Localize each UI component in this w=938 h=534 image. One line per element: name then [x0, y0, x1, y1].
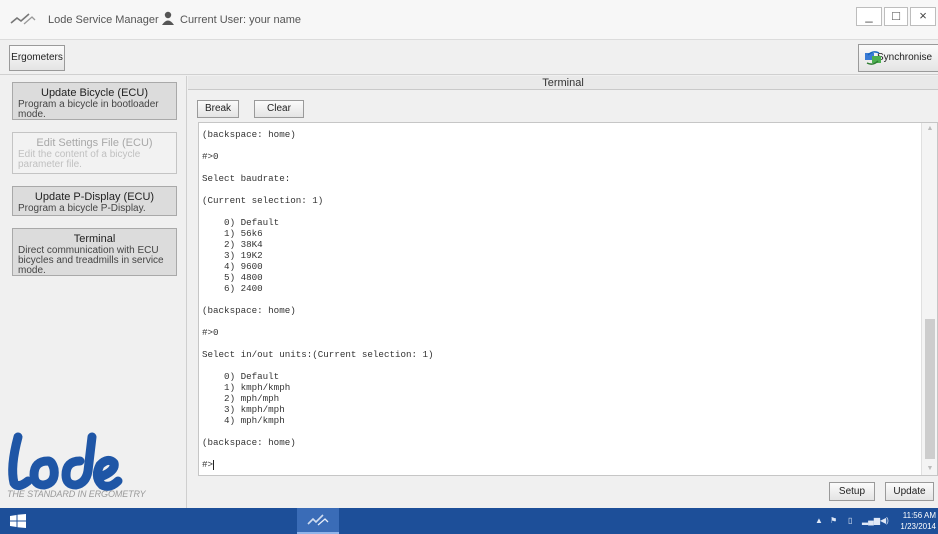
terminal-line: #>	[202, 459, 215, 470]
terminal-line: 1) kmph/kmph	[202, 382, 291, 393]
current-user-label: Current User: your name	[180, 14, 302, 26]
terminal-line: 2) mph/mph	[202, 393, 280, 404]
break-button[interactable]: Break	[197, 100, 239, 118]
app-window: Lode Service Manager Current User: your …	[0, 0, 938, 508]
terminal-line: 4) 9600	[202, 261, 263, 272]
terminal-output[interactable]: (backspace: home) #>0 Select baudrate: (Cur…	[198, 122, 938, 476]
edit-settings-title: Edit Settings File (ECU)	[36, 137, 153, 149]
edit-settings-desc: Edit the content of a bicycle parameter …	[18, 149, 141, 170]
user-icon	[162, 11, 174, 25]
terminal-line: Select baudrate:	[202, 173, 291, 184]
terminal-line: (backspace: home)	[202, 305, 296, 316]
synchronise-label: Synchronise	[877, 52, 933, 63]
terminal-desc: Direct communication with ECU bicycles a…	[18, 245, 164, 276]
windows-start-icon[interactable]	[10, 514, 26, 528]
lode-app-icon	[10, 13, 36, 25]
battery-icon[interactable]: ▯	[848, 516, 852, 525]
update-p-display-button[interactable]: Update P-Display (ECU) Program a bicycle…	[12, 186, 177, 216]
edit-settings-file-button[interactable]: Edit Settings File (ECU) Edit the conten…	[12, 132, 177, 174]
taskbar: ▲ ⚑ ▯ ▂▄▆ ◀) 11:56 AM 1/23/2014	[0, 508, 938, 534]
maximize-button[interactable]: □	[884, 7, 908, 26]
terminal-line: 4) mph/kmph	[202, 415, 285, 426]
ergometers-button[interactable]: Ergometers	[9, 45, 65, 71]
terminal-button[interactable]: Terminal Direct communication with ECU b…	[12, 228, 177, 276]
update-bicycle-title: Update Bicycle (ECU)	[41, 87, 148, 99]
terminal-line: #>0	[202, 151, 219, 162]
scroll-down-icon[interactable]: ▼	[922, 463, 937, 475]
text-caret	[213, 459, 215, 470]
terminal-line: 5) 4800	[202, 272, 263, 283]
terminal-line: 1) 56k6	[202, 228, 263, 239]
terminal-panel: Terminal Break Clear (backspace: home) #>…	[188, 76, 938, 508]
synchronise-button[interactable]: Synchronise	[858, 44, 938, 72]
flag-icon[interactable]: ⚑	[830, 516, 837, 525]
taskbar-lode-app[interactable]	[297, 508, 339, 534]
terminal-line: (backspace: home)	[202, 437, 296, 448]
panel-title: Terminal	[188, 76, 938, 90]
clear-button[interactable]: Clear	[254, 100, 304, 118]
terminal-line: 0) Default	[202, 371, 280, 382]
setup-button[interactable]: Setup	[829, 482, 875, 501]
terminal-line: Select in/out units:(Current selection: …	[202, 349, 434, 360]
terminal-line: (Current selection: 1)	[202, 195, 324, 206]
update-p-display-desc: Program a bicycle P-Display.	[18, 203, 146, 214]
scroll-thumb[interactable]	[925, 319, 935, 459]
terminal-lines: (backspace: home) #>0 Select baudrate: (Cur…	[199, 123, 921, 470]
minimize-button[interactable]: _	[856, 7, 882, 26]
toolbar: Ergometers Synchronise	[0, 41, 938, 75]
terminal-line: 2) 38K4	[202, 239, 263, 250]
signal-icon[interactable]: ▂▄▆	[862, 516, 880, 525]
lode-logo	[8, 432, 123, 491]
terminal-line: (backspace: home)	[202, 129, 296, 140]
app-title: Lode Service Manager	[48, 14, 159, 26]
terminal-line: 6) 2400	[202, 283, 263, 294]
logo-tagline: THE STANDARD IN ERGOMETRY	[7, 489, 146, 499]
sync-icon	[865, 51, 881, 65]
terminal-line: 3) 19K2	[202, 250, 263, 261]
clock-date: 1/23/2014	[900, 522, 936, 531]
terminal-line: 3) kmph/mph	[202, 404, 285, 415]
close-button[interactable]: ×	[910, 7, 936, 26]
volume-icon[interactable]: ◀)	[880, 516, 889, 525]
update-bicycle-desc: Program a bicycle in bootloader mode.	[18, 99, 159, 120]
terminal-title: Terminal	[73, 233, 116, 245]
title-bar: Lode Service Manager Current User: your …	[0, 0, 938, 40]
system-clock[interactable]: 11:56 AM 1/23/2014	[894, 510, 936, 532]
terminal-line: #>0	[202, 327, 219, 338]
tray-chevron-icon[interactable]: ▲	[815, 516, 823, 525]
lode-taskbar-icon	[307, 514, 329, 526]
terminal-scrollbar[interactable]: ▲ ▼	[921, 123, 937, 475]
sidebar: Update Bicycle (ECU) Program a bicycle i…	[0, 76, 187, 508]
update-p-display-title: Update P-Display (ECU)	[34, 191, 155, 203]
update-bicycle-button[interactable]: Update Bicycle (ECU) Program a bicycle i…	[12, 82, 177, 120]
update-button[interactable]: Update	[885, 482, 934, 501]
terminal-line: 0) Default	[202, 217, 280, 228]
clock-time: 11:56 AM	[902, 511, 936, 520]
scroll-up-icon[interactable]: ▲	[922, 123, 937, 135]
